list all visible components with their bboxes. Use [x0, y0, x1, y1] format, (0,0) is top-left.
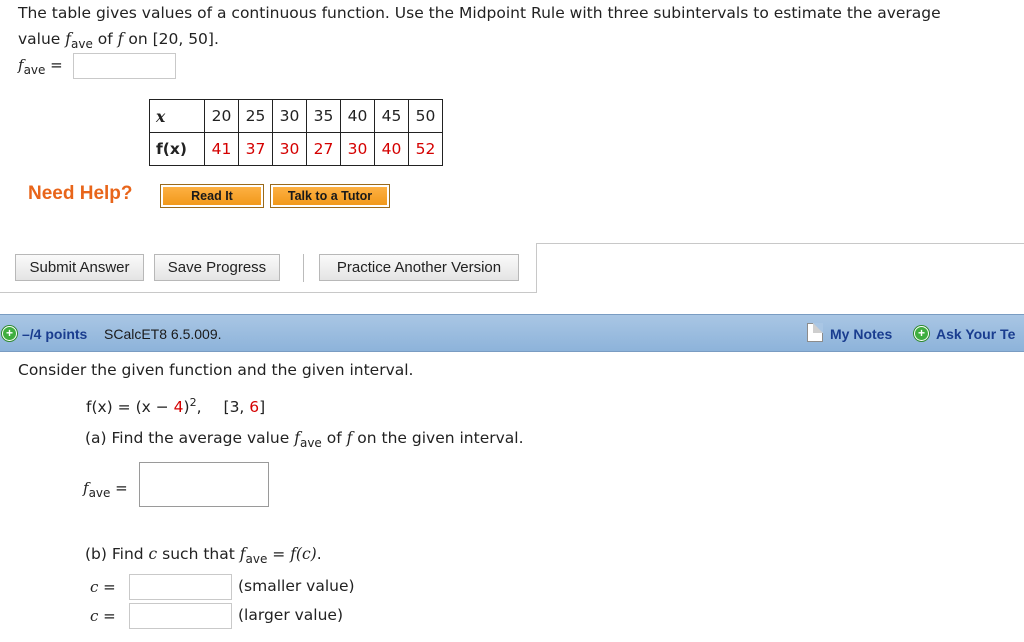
question-1-prompt: The table gives values of a continuous f…	[18, 0, 1018, 57]
my-notes-link[interactable]: My Notes	[830, 326, 892, 342]
c-smaller-input[interactable]	[129, 574, 232, 600]
fave-label-2: fave =	[83, 479, 128, 500]
expand-plus-icon[interactable]: +	[2, 326, 17, 341]
x-cell: 25	[238, 99, 273, 133]
panel-top-border	[536, 243, 1024, 244]
points-label: –/4 points	[22, 326, 88, 342]
fx-cell: 30	[272, 132, 307, 166]
c-larger-input[interactable]	[129, 603, 232, 629]
question-1-line-1: The table gives values of a continuous f…	[18, 4, 941, 22]
smaller-value-label: (smaller value)	[238, 577, 355, 595]
question-code: SCalcET8 6.5.009.	[104, 326, 222, 342]
read-it-button[interactable]: Read It	[160, 184, 264, 208]
table-row-x: x 20 25 30 35 40 45 50	[149, 99, 443, 133]
note-icon[interactable]	[807, 323, 823, 342]
save-progress-button[interactable]: Save Progress	[154, 254, 280, 281]
fx-cell: 30	[340, 132, 375, 166]
question-2-header-bar: + –/4 points SCalcET8 6.5.009. My Notes …	[0, 314, 1024, 352]
x-cell: 30	[272, 99, 307, 133]
fx-cell: 52	[408, 132, 443, 166]
fx-cell: 27	[306, 132, 341, 166]
fx-header: f(x)	[149, 132, 205, 166]
panel-bottom-border	[0, 292, 537, 293]
larger-value-label: (larger value)	[238, 606, 344, 624]
part-b-prompt: (b) Find c such that fave = f(c).	[85, 545, 322, 566]
fx-cell: 41	[204, 132, 239, 166]
fx-cell: 37	[238, 132, 273, 166]
x-cell: 20	[204, 99, 239, 133]
need-help-label: Need Help?	[28, 183, 133, 204]
c-label-smaller: c =	[90, 578, 116, 596]
table-row-fx: f(x) 41 37 30 27 30 40 52	[149, 132, 443, 166]
fx-cell: 40	[374, 132, 409, 166]
button-separator	[303, 254, 304, 282]
x-cell: 35	[306, 99, 341, 133]
fave-input-2[interactable]	[139, 462, 269, 507]
ask-plus-icon[interactable]: +	[914, 326, 929, 341]
c-label-larger: c =	[90, 607, 116, 625]
practice-another-version-button[interactable]: Practice Another Version	[319, 254, 519, 281]
ask-your-teacher-link[interactable]: Ask Your Te	[936, 326, 1015, 342]
part-a-prompt: (a) Find the average value fave of f on …	[85, 429, 524, 450]
panel-side-border	[536, 243, 537, 293]
talk-to-tutor-button[interactable]: Talk to a Tutor	[270, 184, 390, 208]
x-cell: 50	[408, 99, 443, 133]
values-table: x 20 25 30 35 40 45 50 f(x) 41 37 30 27 …	[149, 99, 443, 166]
x-cell: 40	[340, 99, 375, 133]
x-header: x	[149, 99, 205, 133]
function-expression: f(x) = (x − 4)2, [3, 6]	[86, 396, 266, 417]
submit-answer-button[interactable]: Submit Answer	[15, 254, 144, 281]
question-2-intro: Consider the given function and the give…	[18, 361, 414, 379]
fave-input-1[interactable]	[73, 53, 176, 79]
x-cell: 45	[374, 99, 409, 133]
fave-label-1: fave =	[18, 56, 63, 77]
